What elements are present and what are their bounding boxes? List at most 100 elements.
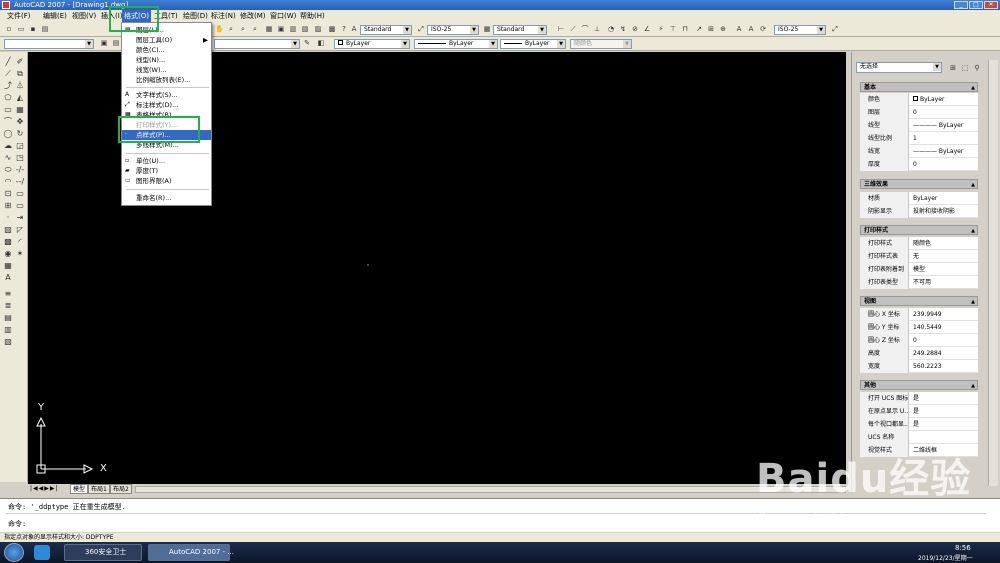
new-icon[interactable]: ▫ xyxy=(4,24,14,34)
section-plot-style[interactable]: 打印样式 ▲ xyxy=(860,225,978,235)
trim-icon[interactable]: -/- xyxy=(14,164,26,175)
command-prompt[interactable]: 命令: xyxy=(8,519,26,529)
scale-icon[interactable]: ◲ xyxy=(14,140,26,151)
fillet-icon[interactable]: ◜ xyxy=(14,236,26,247)
property-row[interactable]: 打印样式表无 xyxy=(860,250,978,263)
property-row[interactable]: 每个视口都显... 是 xyxy=(860,418,978,431)
property-row[interactable]: 线型 ———— ByLayer xyxy=(860,119,978,132)
leader-icon[interactable]: ↗ xyxy=(694,24,704,34)
zoom-previous-icon[interactable]: ⌕ xyxy=(250,24,260,34)
property-row[interactable]: 高度 249.2884 xyxy=(860,347,978,360)
menu-view[interactable]: 视图(V) xyxy=(70,10,98,22)
property-row[interactable]: 厚度 0 xyxy=(860,158,978,171)
rectangle-icon[interactable]: ▭ xyxy=(2,104,14,115)
tab-layout1[interactable]: 布局1 xyxy=(88,484,110,494)
angular-icon[interactable]: ∠ xyxy=(642,24,652,34)
menu-file[interactable]: 文件(F) xyxy=(5,10,33,22)
selection-combo[interactable]: 无选择 ▼ xyxy=(856,62,942,73)
color-combo[interactable]: ByLayer ▼ xyxy=(334,39,410,49)
open-icon[interactable]: ▭ xyxy=(16,24,26,34)
start-button[interactable] xyxy=(4,543,24,562)
arc-length-icon[interactable]: ⌒ xyxy=(580,24,590,34)
palette-titlebar[interactable] xyxy=(988,60,998,486)
layer-tool-icon[interactable]: ▥ xyxy=(2,324,14,335)
ellipse-icon[interactable]: ⬭ xyxy=(2,164,14,175)
property-row[interactable]: UCS 名称 xyxy=(860,431,978,444)
diameter-icon[interactable]: ⊘ xyxy=(630,24,640,34)
quick-select-icon[interactable]: ⚲ xyxy=(972,63,982,73)
property-row[interactable]: 圆心 Y 坐标 140.5449 xyxy=(860,321,978,334)
copy-icon[interactable]: ⧉ xyxy=(14,68,26,79)
section-misc[interactable]: 其他 ▲ xyxy=(860,380,978,390)
markup-icon[interactable]: ▨ xyxy=(313,24,323,34)
tab-nav-arrows[interactable]: |◀◀▶▶| xyxy=(30,485,59,492)
property-row[interactable]: 打印表类型 不可用 xyxy=(860,276,978,289)
workspace-settings-icon[interactable]: ▣ xyxy=(99,38,109,48)
array-icon[interactable]: ▦ xyxy=(14,104,26,115)
property-row[interactable]: 宽度 560.2223 xyxy=(860,360,978,373)
lineweight-combo[interactable]: ByLayer ▼ xyxy=(500,39,566,49)
chamfer-icon[interactable]: ◸ xyxy=(14,224,26,235)
circle-icon[interactable]: ◯ xyxy=(2,128,14,139)
stretch-icon[interactable]: ◳ xyxy=(14,152,26,163)
insert-block-icon[interactable]: ⊡ xyxy=(2,188,14,199)
line-icon[interactable]: ╱ xyxy=(2,56,14,67)
sheet-set-icon[interactable]: ▧ xyxy=(300,24,310,34)
layer-previous-icon[interactable]: ◧ xyxy=(316,38,326,48)
property-row[interactable]: 圆心 Z 坐标 0 xyxy=(860,334,978,347)
ordinate-icon[interactable]: ⊥ xyxy=(592,24,602,34)
property-row[interactable]: 材质 ByLayer xyxy=(860,192,978,205)
menu-item-drawing-limits[interactable]: ▭ 图形界限(A) xyxy=(122,176,211,186)
menu-item-layer-tools[interactable]: 图层工具(O) ▶ xyxy=(122,35,211,45)
region-icon[interactable]: ◉ xyxy=(2,248,14,259)
jogged-icon[interactable]: ↯ xyxy=(618,24,628,34)
menu-item-scale-list[interactable]: 比例缩放列表(E)... xyxy=(122,75,211,85)
radius-icon[interactable]: ◔ xyxy=(606,24,616,34)
table-icon[interactable]: ▦ xyxy=(2,260,14,271)
point-icon[interactable]: · xyxy=(2,212,14,223)
toggle-pickadd-icon[interactable]: ⊞ xyxy=(948,63,958,73)
menu-edit[interactable]: 编辑(E) xyxy=(41,10,69,22)
property-row[interactable]: 阴影显示 投射和接收阴影 xyxy=(860,205,978,218)
move-icon[interactable]: ✥ xyxy=(14,116,26,127)
table-style-combo[interactable]: Standard ▼ xyxy=(493,25,547,35)
taskbar-360[interactable]: 360安全卫士 xyxy=(64,544,142,561)
quick-dim-icon[interactable]: ⚡ xyxy=(656,24,666,34)
property-row[interactable]: 打印表附着到 模型 xyxy=(860,263,978,276)
property-row[interactable]: 打开 UCS 图标是 xyxy=(860,392,978,405)
revision-cloud-icon[interactable]: ☁ xyxy=(2,140,14,151)
polyline-icon[interactable]: ⤴ xyxy=(2,80,14,91)
tool-palettes-icon[interactable]: ▥ xyxy=(288,24,298,34)
layer-manager-icon[interactable]: ▤ xyxy=(111,38,121,48)
linetype-combo[interactable]: ByLayer ▼ xyxy=(414,39,498,49)
dimtedit-icon[interactable]: A xyxy=(746,24,756,34)
menu-help[interactable]: 帮助(H) xyxy=(298,10,327,22)
help-icon[interactable]: ? xyxy=(339,24,349,34)
offset-icon[interactable]: ◭ xyxy=(14,92,26,103)
gradient-icon[interactable]: ▩ xyxy=(2,236,14,247)
dim-update-icon[interactable]: ⟳ xyxy=(758,24,768,34)
maximize-button[interactable]: □ xyxy=(969,1,983,9)
section-3d-effects[interactable]: 三维效果 ▲ xyxy=(860,179,978,189)
section-view[interactable]: 视图 ▲ xyxy=(860,296,978,306)
property-row[interactable]: 在原点显示 U... 是 xyxy=(860,405,978,418)
minimize-button[interactable]: _ xyxy=(954,1,968,9)
section-general[interactable]: 基本 ▲ xyxy=(860,82,978,92)
join-icon[interactable]: ⇥ xyxy=(14,212,26,223)
property-row[interactable]: 图层 0 xyxy=(860,106,978,119)
linear-dim-icon[interactable]: ⊢ xyxy=(556,24,566,34)
property-row[interactable]: 打印样式 随颜色 xyxy=(860,237,978,250)
menu-dimension[interactable]: 标注(N) xyxy=(209,10,238,22)
dimedit-icon[interactable]: A xyxy=(734,24,744,34)
menu-item-rename[interactable]: 重命名(R)... xyxy=(122,193,211,203)
menu-modify[interactable]: 修改(M) xyxy=(238,10,268,22)
layer-tool-icon[interactable]: ▧ xyxy=(2,336,14,347)
properties-icon[interactable]: ▦ xyxy=(264,24,274,34)
make-block-icon[interactable]: ⊞ xyxy=(2,200,14,211)
zoom-window-icon[interactable]: ⌕ xyxy=(238,24,248,34)
hatch-icon[interactable]: ▨ xyxy=(2,224,14,235)
horizontal-scrollbar[interactable] xyxy=(135,486,846,493)
property-row[interactable]: 圆心 X 坐标 239.9949 xyxy=(860,308,978,321)
menu-item-color[interactable]: 颜色(C)... xyxy=(122,45,211,55)
make-current-icon[interactable]: ✎ xyxy=(302,38,312,48)
